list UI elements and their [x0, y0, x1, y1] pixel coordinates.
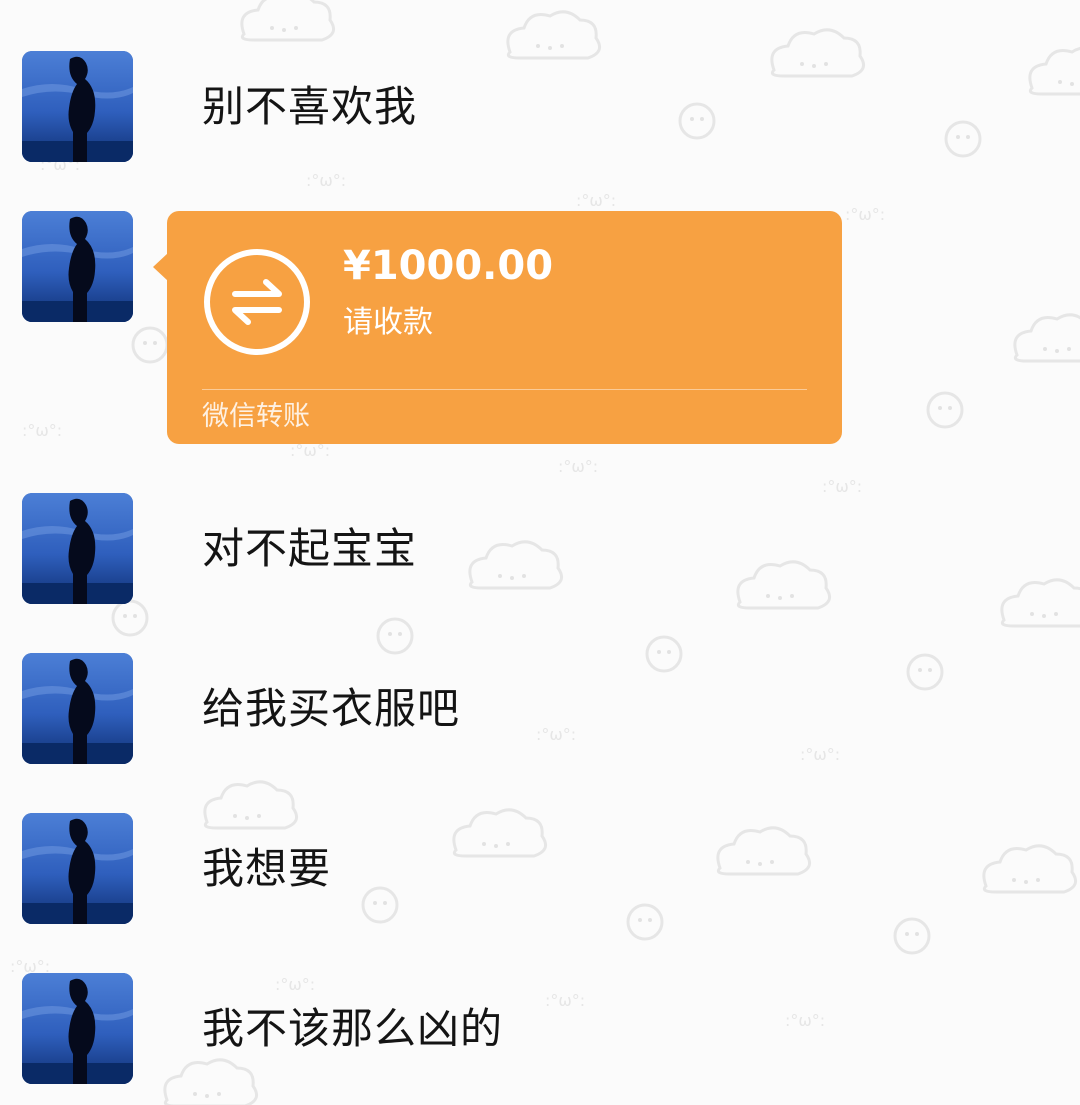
transfer-footer-label: 微信转账 [202, 401, 310, 432]
silhouette-avatar-image [22, 211, 133, 322]
message-text[interactable]: 别不喜欢我 [202, 79, 417, 135]
message-text[interactable]: 我不该那么凶的 [202, 1001, 503, 1057]
avatar[interactable] [22, 51, 133, 162]
bubble-tail [153, 253, 168, 281]
silhouette-avatar-image [22, 973, 133, 1084]
silhouette-avatar-image [22, 51, 133, 162]
message-text[interactable]: 我想要 [202, 841, 331, 897]
message-text[interactable]: 给我买衣服吧 [202, 681, 460, 737]
transfer-status: 请收款 [343, 305, 433, 340]
avatar[interactable] [22, 813, 133, 924]
avatar[interactable] [22, 493, 133, 604]
message-text[interactable]: 对不起宝宝 [202, 521, 417, 577]
silhouette-avatar-image [22, 493, 133, 604]
transfer-bubble[interactable]: ¥1000.00 请收款 微信转账 [153, 211, 842, 444]
silhouette-avatar-image [22, 653, 133, 764]
transfer-divider [202, 389, 807, 390]
chat-message-list[interactable]: 别不喜欢我 ¥1000.00 请收款 微信转账 对不起宝宝 给我买衣服吧 我想要… [0, 0, 1080, 1105]
transfer-arrows-icon [204, 249, 310, 355]
avatar[interactable] [22, 211, 133, 322]
silhouette-avatar-image [22, 813, 133, 924]
transfer-amount: ¥1000.00 [343, 243, 554, 289]
avatar[interactable] [22, 973, 133, 1084]
avatar[interactable] [22, 653, 133, 764]
